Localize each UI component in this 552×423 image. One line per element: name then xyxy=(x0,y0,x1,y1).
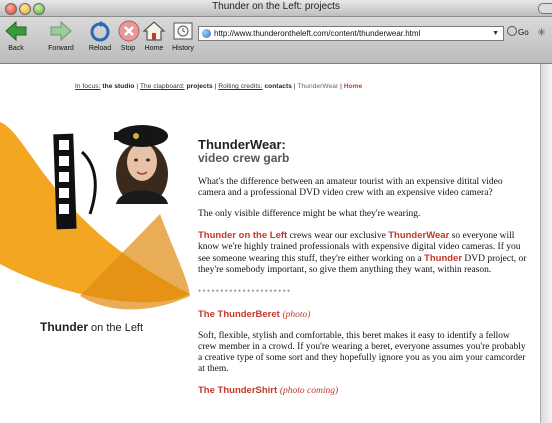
nav-separator: | xyxy=(136,83,139,90)
nav-separator: | xyxy=(214,83,217,90)
nav-studio: the studio xyxy=(102,83,135,90)
back-arrow-icon xyxy=(5,20,27,42)
activity-indicator-icon: ✳ xyxy=(537,27,547,39)
go-label: Go xyxy=(518,28,529,37)
thunder-highlight: Thunder xyxy=(424,253,463,264)
nav-separator: | xyxy=(293,83,296,90)
globe-icon xyxy=(202,29,211,38)
shirt-heading: The ThunderShirt (photo coming) xyxy=(198,385,528,397)
home-icon xyxy=(142,21,166,41)
difference-paragraph: The only visible difference might be wha… xyxy=(198,209,421,219)
article: ThunderWear: video crew garb What's the … xyxy=(198,138,528,407)
address-bar[interactable]: http://www.thunderontheleft.com/content/… xyxy=(198,26,504,41)
stop-button[interactable]: Stop xyxy=(117,19,140,61)
in-focus-link[interactable]: In focus: xyxy=(75,83,100,90)
shirt-photo-note: (photo coming) xyxy=(279,386,339,396)
title-bar: Thunder on the Left: projects xyxy=(0,0,552,17)
reload-icon xyxy=(90,21,110,42)
logo-rest: on the Left xyxy=(88,322,144,334)
brand-highlight: Thunder on the Left xyxy=(198,230,288,241)
stop-icon xyxy=(118,20,140,42)
back-label: Back xyxy=(8,45,24,52)
reload-label: Reload xyxy=(88,45,112,52)
window-title: Thunder on the Left: projects xyxy=(212,1,340,12)
intro-paragraph: What's the difference between an amateur… xyxy=(198,177,503,198)
go-icon xyxy=(507,26,517,36)
crew-text-a: crews wear our exclusive xyxy=(287,231,389,241)
nav-separator: | xyxy=(340,83,342,90)
url-dropdown-icon[interactable]: ▼ xyxy=(492,27,499,40)
history-clock-icon xyxy=(173,22,193,40)
nav-contacts: contacts xyxy=(264,83,292,90)
forward-arrow-icon xyxy=(50,20,72,42)
shirt-title: The ThunderShirt xyxy=(198,385,278,396)
page-subtitle: video crew garb xyxy=(198,151,290,165)
go-button[interactable]: Go xyxy=(507,26,529,37)
vertical-scrollbar[interactable] xyxy=(540,64,552,423)
home-button[interactable]: Home xyxy=(142,19,166,61)
forward-label: Forward xyxy=(48,45,74,52)
page-title: ThunderWear: xyxy=(198,137,286,152)
crew-paragraph: Thunder on the Left crews wear our exclu… xyxy=(198,230,528,276)
stop-label: Stop xyxy=(120,45,136,52)
browser-toolbar: Back Forward Reload Stop Home History ht… xyxy=(0,17,552,64)
beret-model-photo xyxy=(102,114,182,204)
history-button[interactable]: History xyxy=(168,19,198,61)
home-label: Home xyxy=(144,45,164,52)
site-logo[interactable]: Thunder on the Left xyxy=(40,320,143,334)
dotted-divider: ••••••••••••••••••••• xyxy=(198,286,292,296)
history-label: History xyxy=(172,45,194,52)
beret-photo-link[interactable]: (photo) xyxy=(282,310,310,320)
back-button[interactable]: Back xyxy=(4,19,28,61)
beret-description: Soft, flexible, stylish and comfortable,… xyxy=(198,331,526,374)
beret-heading: The ThunderBeret (photo) xyxy=(198,309,528,321)
thunderwear-highlight: ThunderWear xyxy=(388,230,450,241)
rolling-credits-link[interactable]: Rolling credits: xyxy=(218,83,262,90)
web-page: In focus: the studio | The clapboard: pr… xyxy=(0,64,541,423)
home-link[interactable]: Home xyxy=(344,83,362,90)
forward-button[interactable]: Forward xyxy=(44,19,78,61)
url-text: http://www.thunderontheleft.com/content/… xyxy=(214,29,421,38)
nav-thunderwear: ThunderWear xyxy=(297,83,339,90)
reload-button[interactable]: Reload xyxy=(86,19,114,61)
breadcrumb-nav: In focus: the studio | The clapboard: pr… xyxy=(75,83,362,90)
toolbar-toggle-button[interactable] xyxy=(538,3,552,14)
clapboard-link[interactable]: The clapboard: xyxy=(140,83,185,90)
nav-projects: projects xyxy=(186,83,213,90)
beret-title: The ThunderBeret xyxy=(198,309,280,320)
logo-brand: Thunder xyxy=(40,320,88,334)
